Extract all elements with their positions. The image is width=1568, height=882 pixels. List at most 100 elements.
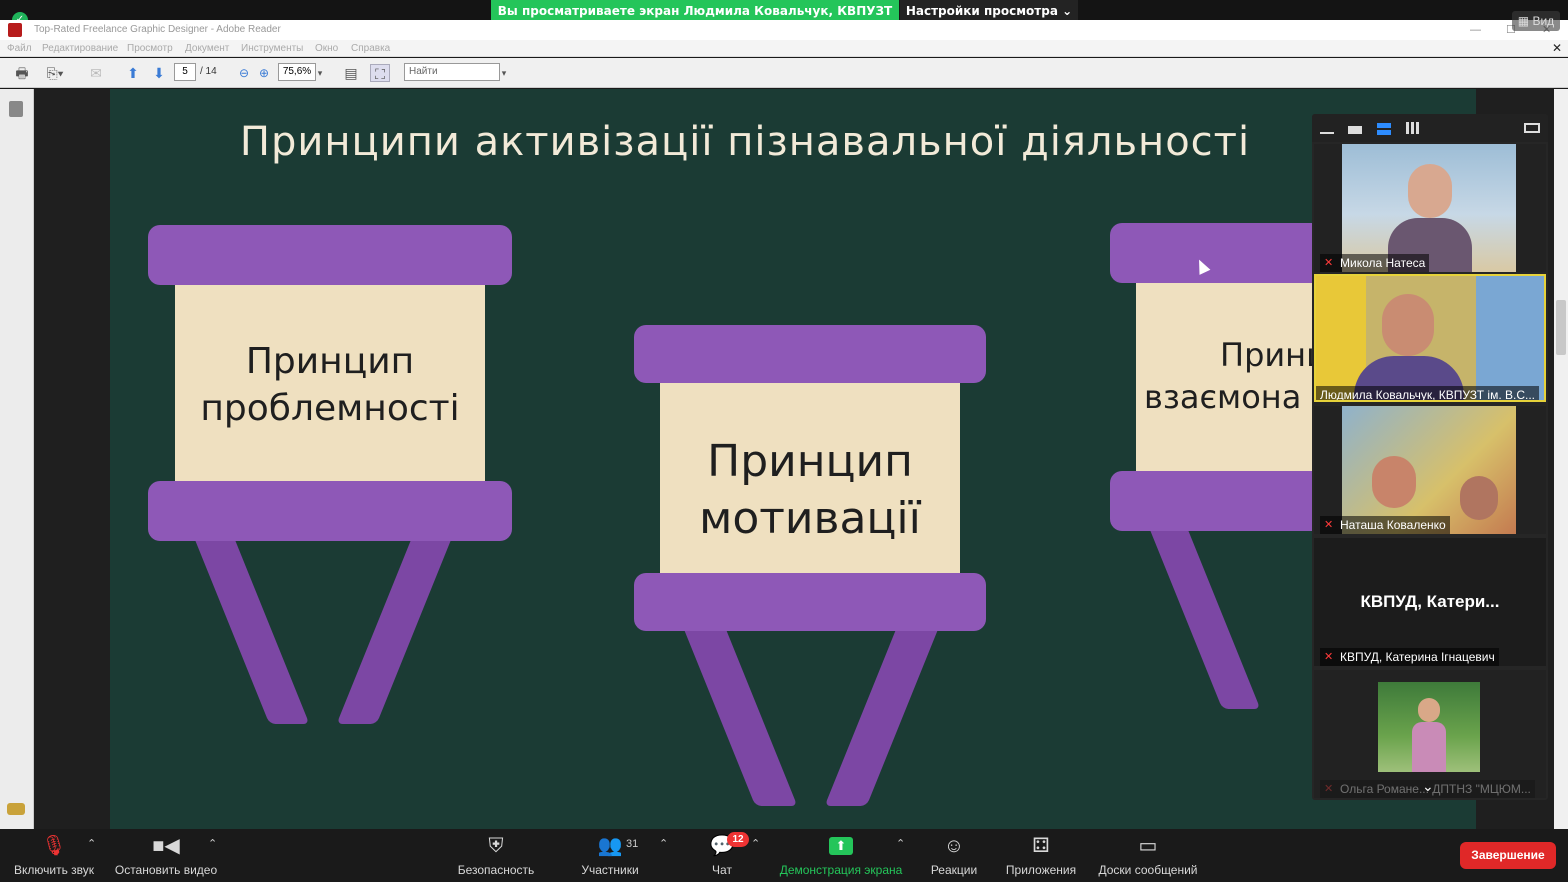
single-view-icon[interactable] [1348, 126, 1362, 134]
zoom-out-icon[interactable]: ⊖ [236, 64, 252, 82]
video-feed [1342, 144, 1516, 272]
reactions-button[interactable]: ☺ Реакции [924, 829, 984, 882]
participant-tile-active-speaker[interactable]: Людмила Ковальчук, КВПУЗТ ім. В.С... [1314, 274, 1546, 402]
mic-muted-icon: ✕ [1324, 783, 1334, 795]
apps-icon: ⚃ [1032, 835, 1050, 857]
participant-display-name: КВПУД, Катери... [1360, 592, 1500, 611]
window-title: Top-Rated Freelance Graphic Designer - A… [34, 24, 281, 35]
stop-video-button[interactable]: ■◀ Остановить видео [110, 829, 222, 882]
participants-button[interactable]: 👥 Участники [572, 829, 648, 882]
whiteboards-button[interactable]: ▭ Доски сообщений [1092, 829, 1204, 882]
reader-title-bar: Top-Rated Freelance Graphic Designer - A… [0, 20, 1568, 40]
participants-options-icon[interactable]: ⌃ [659, 837, 668, 850]
easel-top-bar [634, 325, 986, 383]
easel-leg [336, 519, 460, 724]
menu-document[interactable]: Документ [185, 40, 229, 57]
minimize-icon[interactable]: — [1470, 20, 1481, 40]
participant-tile[interactable]: ✕ Наташа Коваленко [1314, 406, 1546, 534]
participant-tile[interactable]: КВПУД, Катери... ✕ КВПУД, Катерина Ігнаце… [1314, 538, 1546, 666]
video-camera-icon: ■◀ [152, 835, 180, 857]
shield-icon: ⛨ [488, 835, 504, 857]
menu-window[interactable]: Окно [315, 40, 338, 57]
reader-toolbar: 🖶 ⎘▾ ✉ ⬆ ⬇ 5 / 14 ⊖ ⊕ 75,6% ▾ ▤ ⛶ Найти … [0, 58, 1568, 88]
share-options-icon[interactable]: ⌃ [896, 837, 905, 850]
participant-face [1372, 456, 1416, 508]
easel-top-bar [148, 225, 512, 285]
view-button-label: Вид [1532, 14, 1555, 28]
zoom-level-input[interactable]: 75,6% [278, 63, 316, 81]
presentation-slide: Принципи активізації пізнавальної діяльн… [110, 89, 1476, 829]
adobe-reader-icon [8, 23, 22, 37]
video-panel: ✕ Микола Натеса Людмила Ковальчук, КВПУЗТ… [1312, 114, 1548, 800]
menu-help[interactable]: Справка [351, 40, 390, 57]
page-down-icon[interactable]: ⬇ [150, 64, 168, 82]
find-input[interactable]: Найти [404, 63, 500, 81]
page-number-input[interactable]: 5 [174, 63, 196, 81]
menu-file[interactable]: Файл [7, 40, 32, 57]
easel-bottom-bar [634, 573, 986, 631]
participant-body [1412, 722, 1446, 772]
end-meeting-button[interactable]: Завершение [1460, 842, 1556, 869]
sign-icon[interactable]: ✉ [86, 64, 106, 82]
video-options-icon[interactable]: ⌃ [208, 837, 217, 850]
flag-blue [1476, 276, 1544, 400]
chat-unread-badge: 12 [727, 832, 749, 847]
audio-options-icon[interactable]: ⌃ [87, 837, 96, 850]
page-up-icon[interactable]: ⬆ [124, 64, 142, 82]
mic-muted-icon: ✕ [1324, 519, 1334, 531]
meeting-toolbar: 🎙 Включить звук ⌃ ■◀ Остановить видео ⌃ … [0, 829, 1568, 882]
easel-leg [824, 621, 942, 806]
participant-tile[interactable]: ✕ Микола Натеса [1314, 144, 1546, 272]
participant-face [1408, 164, 1452, 218]
whiteboard-icon: ▭ [1138, 835, 1158, 857]
easel-bottom-bar [148, 481, 512, 541]
minimize-panel-icon[interactable] [1320, 126, 1334, 134]
apps-button[interactable]: ⚃ Приложения [1000, 829, 1082, 882]
share-screen-icon: ⬆ [829, 837, 853, 855]
fit-page-icon[interactable]: ⛶ [370, 64, 390, 82]
gallery-view-icon[interactable] [1406, 122, 1420, 134]
participant-name: ✕ Микола Натеса [1320, 254, 1430, 272]
view-settings-button[interactable]: Настройки просмотра ⌄ [900, 0, 1078, 22]
grid-icon: ▦ [1517, 14, 1533, 28]
participant-face [1382, 294, 1434, 356]
participant-face [1460, 476, 1498, 520]
chat-options-icon[interactable]: ⌃ [751, 837, 760, 850]
easel-leg [680, 621, 798, 806]
zoom-in-icon[interactable]: ⊕ [256, 64, 272, 82]
fit-width-icon[interactable]: ▤ [342, 64, 360, 82]
menu-edit[interactable]: Редактирование [42, 40, 118, 57]
participant-name: ✕ Наташа Коваленко [1320, 516, 1450, 534]
popout-icon[interactable] [1524, 123, 1540, 133]
comments-icon[interactable] [7, 803, 25, 815]
easel-leg [1145, 519, 1261, 709]
menu-view[interactable]: Просмотр [127, 40, 173, 57]
mic-muted-icon: ✕ [1324, 651, 1334, 663]
video-feed [1378, 682, 1480, 772]
participant-tile[interactable]: ✕ Ольга Романе... ДПТНЗ "МЦЮМ... ⌄ [1314, 670, 1546, 798]
menu-tools[interactable]: Инструменты [241, 40, 303, 57]
zoom-dropdown-icon[interactable]: ▾ [316, 64, 324, 82]
viewing-banner: Вы просматриваете экран Людмила Ковальчу… [491, 0, 899, 40]
scrollbar-thumb[interactable] [1556, 300, 1566, 355]
pages-panel-icon[interactable] [9, 101, 23, 117]
view-button[interactable]: ▦ Вид [1512, 11, 1560, 31]
close-document-icon[interactable]: ✕ [1552, 40, 1562, 57]
page-total: / 14 [200, 66, 217, 77]
easel-leg [186, 519, 310, 724]
scroll-down-icon[interactable]: ⌄ [1422, 778, 1434, 795]
participant-name: Людмила Ковальчук, КВПУЗТ ім. В.С... [1316, 386, 1539, 400]
share-screen-button[interactable]: ⬆ Демонстрация экрана [774, 829, 908, 882]
easel-label: Принцип мотивації [699, 436, 921, 545]
find-dropdown-icon[interactable]: ▾ [500, 64, 508, 82]
video-feed [1342, 406, 1516, 534]
participant-face [1418, 698, 1440, 722]
panel-header [1312, 114, 1548, 142]
vertical-scrollbar[interactable] [1554, 89, 1568, 829]
strip-view-icon[interactable] [1377, 123, 1391, 135]
export-icon[interactable]: ⎘▾ [42, 64, 68, 82]
security-button[interactable]: ⛨ Безопасность [452, 829, 540, 882]
slide-title: Принципи активізації пізнавальної діяльн… [239, 119, 1251, 165]
print-icon[interactable]: 🖶 [12, 64, 32, 82]
menu-bar: Файл Редактирование Просмотр Документ Ин… [0, 40, 1568, 57]
